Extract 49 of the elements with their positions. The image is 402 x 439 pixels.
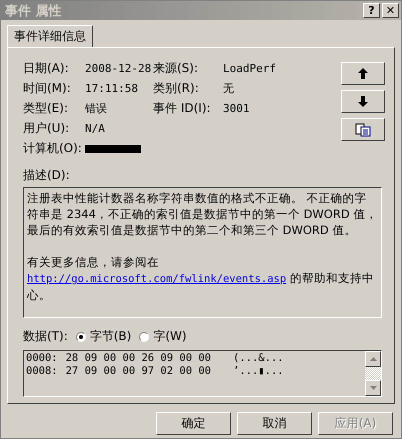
- hex-bytes: 28 09 00 00 26 09 00 00: [66, 352, 212, 366]
- scroll-up-button[interactable]: [365, 351, 381, 368]
- field-value: 无: [223, 81, 235, 96]
- down-arrow-icon: [358, 96, 368, 107]
- radio-option[interactable]: 字(W): [139, 328, 187, 346]
- close-button[interactable]: ✕: [382, 3, 399, 18]
- up-arrow-icon: [358, 68, 368, 79]
- field-label: 时间(M):: [23, 80, 72, 97]
- dialog-button[interactable]: 取消: [237, 412, 312, 435]
- field-label: 日期(A):: [23, 60, 70, 77]
- dialog-button[interactable]: 确定: [156, 412, 231, 435]
- window-title: 事件 属性: [5, 2, 62, 20]
- hex-ascii: ’...▮...: [233, 365, 284, 378]
- previous-button[interactable]: [341, 62, 385, 85]
- help-link[interactable]: http://go.microsoft.com/fwlink/events.asp: [27, 273, 286, 285]
- scroll-down-button[interactable]: [365, 380, 381, 396]
- field-label: 来源(S):: [153, 60, 200, 77]
- field-value: 17:11:58: [85, 82, 139, 95]
- radio-option[interactable]: 字节(B): [76, 328, 132, 346]
- field-label: 用户(U):: [23, 120, 70, 137]
- field-label: 事件 ID(I):: [153, 100, 212, 117]
- help-center-text: http://go.microsoft.com/fwlink/events.asp 的帮助和支持中心。: [27, 270, 375, 303]
- hex-offset: 0000:: [26, 352, 58, 366]
- up-triangle-icon: [370, 357, 376, 362]
- description-text: 注册表中性能计数器名称字符串数值的格式不正确。 不正确的字符串是 2344，不正确的索引值是数据节中的第一个 DWORD 值，最后的有效索引值是数据节中的第二个和第三个 DWORD 值。: [27, 190, 378, 238]
- scrollbar[interactable]: [365, 351, 381, 396]
- radio-button[interactable]: [76, 332, 86, 342]
- field-label: 计算机(O):: [23, 140, 83, 157]
- redaction-bar: [85, 144, 141, 152]
- field-value: 3001: [223, 102, 250, 115]
- down-triangle-icon: [370, 386, 376, 390]
- description-label: 描述(D):: [23, 167, 71, 184]
- more-info-text: 有关更多信息，请参阅在: [27, 254, 160, 270]
- copy-icon: [355, 122, 371, 136]
- hex-bytes: 27 09 00 00 97 02 00 00: [66, 365, 212, 378]
- field-value: LoadPerf: [223, 62, 276, 75]
- hex-offset: 0008:: [26, 365, 58, 378]
- field-value: 2008-12-28: [85, 62, 152, 75]
- data-label: 数据(T):: [23, 328, 68, 346]
- field-value: 错误: [85, 101, 108, 116]
- copy-button[interactable]: [341, 118, 385, 141]
- tab[interactable]: 事件详细信息: [7, 25, 93, 47]
- next-button[interactable]: [341, 90, 385, 113]
- help-button[interactable]: ?: [363, 3, 380, 18]
- hex-ascii: (...&...: [233, 352, 284, 366]
- field-label: 类型(E):: [23, 100, 69, 117]
- radio-button[interactable]: [139, 332, 150, 342]
- field-label: 类别(R):: [153, 80, 200, 97]
- field-value: N/A: [85, 122, 106, 135]
